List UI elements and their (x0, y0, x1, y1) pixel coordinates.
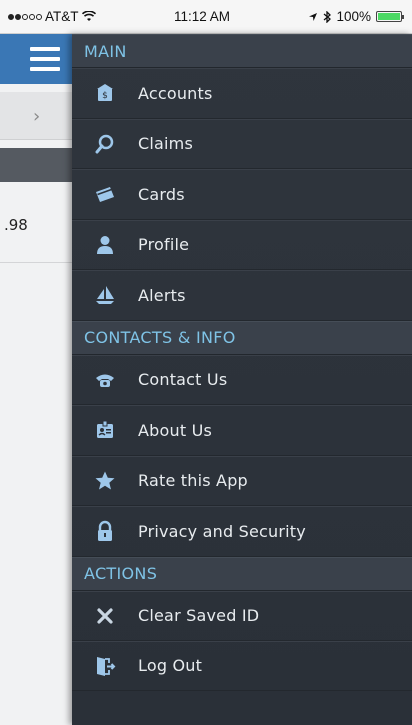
background-app: › .98 (0, 34, 72, 725)
menu-item-label: Accounts (138, 83, 213, 103)
carrier-name: AT&T (45, 9, 79, 24)
star-icon (72, 470, 138, 492)
menu-item-alerts[interactable]: Alerts (72, 270, 412, 321)
menu-item-label: Cards (138, 184, 185, 204)
signal-strength-icon (8, 13, 42, 20)
carrier-group: AT&T (8, 9, 96, 24)
menu-item-log-out[interactable]: Log Out (72, 640, 412, 691)
wifi-icon (81, 11, 96, 21)
amount-fragment: .98 (4, 216, 28, 234)
menu-item-claims[interactable]: Claims (72, 118, 412, 169)
menu-item-clear-saved-id[interactable]: Clear Saved ID (72, 590, 412, 641)
clock: 11:12 AM (173, 9, 230, 24)
menu-item-cards[interactable]: Cards (72, 169, 412, 220)
menu-item-label: About Us (138, 420, 213, 440)
x-icon (72, 605, 138, 627)
battery-percent: 100% (336, 9, 371, 24)
app-header (0, 34, 72, 84)
menu-item-rate-this-app[interactable]: Rate this App (72, 455, 412, 506)
card-icon (72, 183, 138, 205)
menu-item-label: Clear Saved ID (138, 606, 260, 625)
menu-item-profile[interactable]: Profile (72, 219, 412, 270)
background-row[interactable]: › (0, 92, 72, 140)
bank-icon: $ (72, 82, 138, 104)
bluetooth-icon (324, 10, 332, 23)
background-bar (0, 148, 72, 182)
menu-item-contact-us[interactable]: Contact Us (72, 354, 412, 405)
section-header-actions: ACTIONS (72, 556, 412, 591)
menu-item-accounts[interactable]: $ Accounts (72, 68, 412, 119)
status-right-group: 100% (308, 9, 404, 24)
magnifier-icon (72, 133, 138, 155)
hamburger-menu-icon[interactable] (30, 47, 60, 71)
status-bar: AT&T 11:12 AM 100% (0, 0, 412, 34)
menu-item-label: Rate this App (138, 471, 248, 491)
logout-icon (72, 655, 138, 677)
location-icon (309, 12, 318, 21)
navigation-drawer: MAIN $ Accounts Claims Cards Profile Ale… (72, 34, 412, 725)
section-header-contacts-info: CONTACTS & INFO (72, 320, 412, 355)
battery-icon (375, 11, 404, 22)
sailboat-icon (72, 284, 138, 306)
menu-item-label: Privacy and Security (138, 521, 306, 541)
menu-item-about-us[interactable]: About Us (72, 405, 412, 456)
svg-text:$: $ (102, 91, 108, 101)
menu-item-label: Alerts (138, 285, 186, 305)
id-card-icon (72, 419, 138, 441)
menu-item-label: Claims (138, 134, 193, 154)
menu-item-label: Contact Us (138, 370, 228, 390)
menu-item-label: Log Out (138, 656, 203, 675)
section-header-main: MAIN (72, 34, 412, 68)
menu-item-label: Profile (138, 235, 190, 255)
chevron-right-icon: › (33, 106, 41, 127)
phone-icon (72, 369, 138, 391)
lock-icon (72, 520, 138, 542)
menu-item-privacy-and-security[interactable]: Privacy and Security (72, 506, 412, 557)
person-icon (72, 234, 138, 256)
divider (0, 262, 72, 263)
